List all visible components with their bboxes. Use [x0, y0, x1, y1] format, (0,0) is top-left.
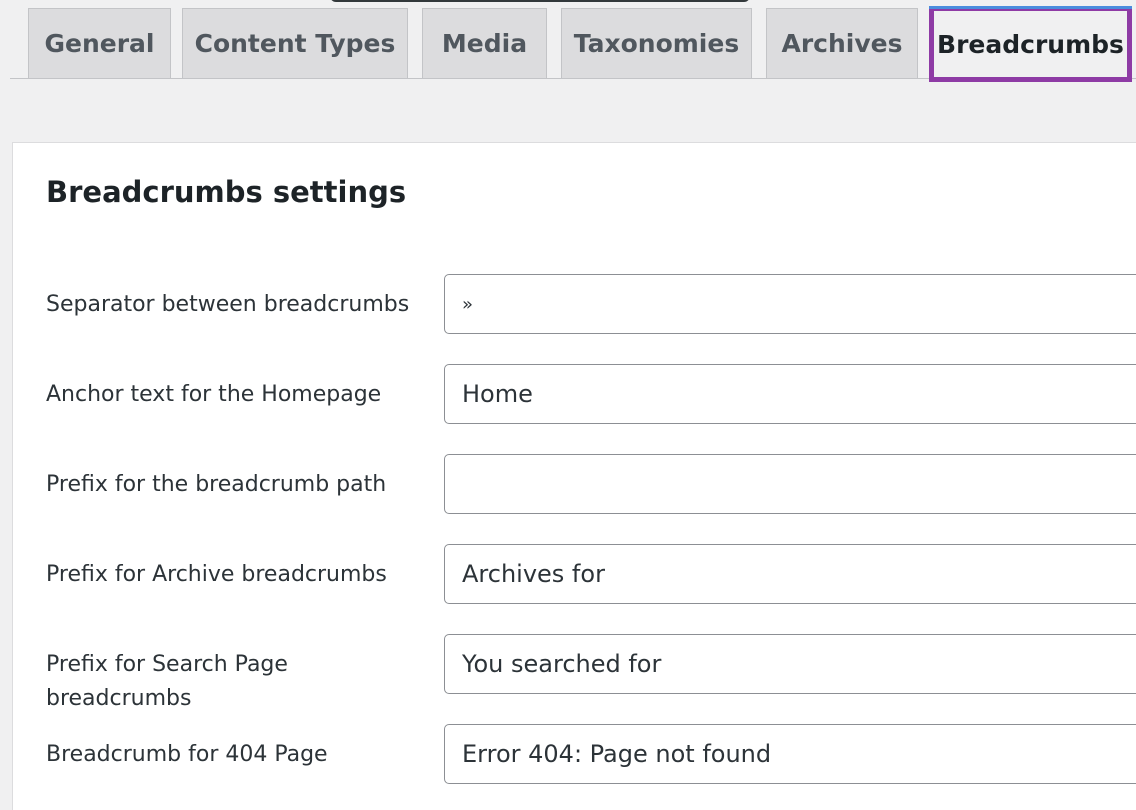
home-anchor-label: Anchor text for the Homepage	[46, 382, 382, 407]
separator-label: Separator between breadcrumbs	[46, 292, 410, 317]
field-row-404: Breadcrumb for 404 Page	[46, 724, 1136, 798]
settings-page: General Content Types Media Taxonomies A…	[0, 0, 1136, 810]
settings-tab-bar: General Content Types Media Taxonomies A…	[0, 0, 1136, 82]
tab-content-types[interactable]: Content Types	[182, 8, 408, 78]
panel-edge-mark	[0, 150, 4, 180]
separator-input[interactable]	[444, 274, 1136, 334]
search-prefix-label: Prefix for Search Page breadcrumbs	[46, 652, 288, 711]
home-anchor-input[interactable]	[444, 364, 1136, 424]
field-row-search-prefix: Prefix for Search Page breadcrumbs	[46, 634, 1136, 711]
field-row-archive-prefix: Prefix for Archive breadcrumbs	[46, 544, 1136, 618]
search-prefix-input[interactable]	[444, 634, 1136, 694]
tab-taxonomies[interactable]: Taxonomies	[561, 8, 752, 78]
tab-archives[interactable]: Archives	[766, 8, 918, 78]
panel-title: Breadcrumbs settings	[46, 175, 407, 209]
breadcrumb-404-input[interactable]	[444, 724, 1136, 784]
tab-breadcrumbs[interactable]: Breadcrumbs	[929, 6, 1132, 82]
archive-prefix-label: Prefix for Archive breadcrumbs	[46, 562, 387, 587]
field-row-path-prefix: Prefix for the breadcrumb path	[46, 454, 1136, 528]
path-prefix-input[interactable]	[444, 454, 1136, 514]
path-prefix-label: Prefix for the breadcrumb path	[46, 472, 387, 497]
field-row-separator: Separator between breadcrumbs	[46, 274, 1136, 348]
tab-general[interactable]: General	[28, 8, 171, 78]
tab-media[interactable]: Media	[422, 8, 547, 78]
field-row-home-anchor: Anchor text for the Homepage	[46, 364, 1136, 438]
breadcrumbs-settings-panel: Breadcrumbs settings Separator between b…	[12, 142, 1136, 810]
breadcrumb-404-label: Breadcrumb for 404 Page	[46, 742, 328, 767]
archive-prefix-input[interactable]	[444, 544, 1136, 604]
